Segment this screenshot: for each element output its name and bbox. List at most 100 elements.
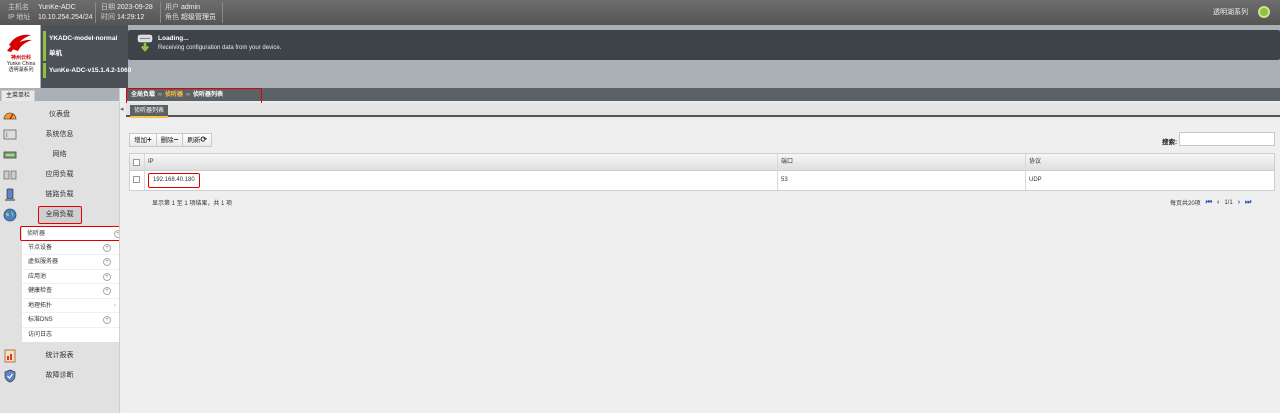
top-info-bar: 主机名 YunKe-ADC IP 地址 10.10.254.254/24 日期 202… xyxy=(0,0,1280,25)
hostname-label: 主机名 xyxy=(8,4,29,11)
submenu-item-label: 健康检查 xyxy=(28,288,53,294)
settings-gear-icon[interactable] xyxy=(1258,6,1270,18)
network-icon xyxy=(3,151,17,159)
row-checkbox[interactable] xyxy=(133,176,140,183)
submenu-item-access-log[interactable]: 访问日志 xyxy=(22,328,119,343)
diagnose-icon xyxy=(4,369,16,383)
refresh-button[interactable]: 刷新⟳ xyxy=(182,133,213,147)
pagination: 每页共20项 ⏮ ‹ 1/1 › ⏭ xyxy=(1170,198,1251,208)
submenu-item-app-pool[interactable]: 应用池 + xyxy=(22,270,119,284)
column-header-protocol[interactable]: 协议 xyxy=(1026,154,1276,170)
submenu-item-virtual-server[interactable]: 虚拟服务器 + xyxy=(22,255,119,270)
link-load-icon xyxy=(5,188,15,201)
table-row[interactable]: 192.168.40.180 53 UDP xyxy=(130,171,1274,190)
device-model: YKADC-model-normal xyxy=(43,31,117,46)
add-plus-icon[interactable]: + xyxy=(103,272,111,281)
sidebar-item-global-load[interactable]: 全局负载 xyxy=(0,205,119,225)
submenu-item-label: 节点设备 xyxy=(28,244,53,251)
cell-ip[interactable]: 192.168.40.180 xyxy=(148,173,200,188)
select-all-checkbox[interactable] xyxy=(133,159,140,166)
add-button[interactable]: 增加+ xyxy=(129,133,157,147)
add-plus-icon[interactable]: + xyxy=(103,316,111,324)
per-page-text: 每页共20项 xyxy=(1170,201,1201,207)
submenu-item-label: 访问日志 xyxy=(28,331,53,338)
chevron-right-icon: › xyxy=(114,302,116,309)
refresh-button-label: 刷新 xyxy=(187,137,201,144)
add-plus-icon[interactable]: + xyxy=(103,243,111,252)
user-info: 用户 admin 角色 超级管理员 xyxy=(165,3,216,23)
breadcrumb-separator: ›› xyxy=(158,92,163,98)
cell-protocol: UDP xyxy=(1029,177,1042,183)
global-load-submenu: 侦听器 + 节点设备 + 虚拟服务器 + 应用池 + 健康检查 + 地理拓扑 ›… xyxy=(20,225,131,343)
status-message: Receiving configuration data from your d… xyxy=(158,45,282,51)
submenu-item-label: 地理拓扑 xyxy=(28,302,53,309)
sidebar-item-dashboard[interactable]: 仪表盘 xyxy=(0,105,119,125)
datetime-info: 日期 2023-09-28 时间 14:29:12 xyxy=(101,3,153,23)
sidebar-item-label: 网络 xyxy=(52,151,67,158)
loading-download-icon xyxy=(137,34,153,52)
sidebar-item-label: 应用负载 xyxy=(45,171,74,178)
breadcrumb-listener[interactable]: 侦听器 xyxy=(165,92,183,98)
prev-page-icon[interactable]: ‹ xyxy=(1217,199,1219,206)
sidebar-collapse-strip[interactable] xyxy=(119,88,126,413)
sidebar-item-label: 统计报表 xyxy=(45,352,74,359)
submenu-item-geo-topology[interactable]: 地理拓扑 › xyxy=(22,299,119,313)
hostname-value: YunKe-ADC xyxy=(38,4,76,11)
ip-value: 10.10.254.254/24 xyxy=(38,14,93,21)
column-header-ip[interactable]: IP xyxy=(145,154,778,170)
tab-listener-list[interactable]: 侦听器列表 xyxy=(130,105,169,118)
role-label: 角色 xyxy=(165,14,179,21)
column-header-port[interactable]: 端口 xyxy=(778,154,1026,170)
status-panel: Loading... Receiving configuration data … xyxy=(128,30,1280,60)
logo-series-text: 透明湖系列 xyxy=(8,67,34,73)
next-page-icon[interactable]: › xyxy=(1238,199,1240,206)
sidebar-item-link-load[interactable]: 链路负载 xyxy=(0,185,119,205)
report-icon xyxy=(4,349,16,363)
refresh-icon: ⟳ xyxy=(200,135,208,144)
tab-main-menu[interactable]: 主菜单栏 xyxy=(1,90,36,101)
device-info: YKADC-model-normal 单机 YunKe-ADC-v15.1.4.… xyxy=(41,25,131,88)
sidebar-item-reports[interactable]: 统计报表 xyxy=(0,346,119,366)
submenu-item-node-device[interactable]: 节点设备 + xyxy=(22,241,119,255)
search-input[interactable] xyxy=(1179,132,1275,146)
search-label: 搜索: xyxy=(1162,139,1178,146)
first-page-icon[interactable]: ⏮ xyxy=(1206,199,1212,207)
delete-button-label: 删除 xyxy=(160,137,174,144)
submenu-item-label: 标准DNS xyxy=(28,317,53,323)
series-link[interactable]: 透明湖系列 xyxy=(1213,7,1248,17)
listener-table: IP 端口 协议 192.168.40.180 53 UDP xyxy=(129,153,1275,191)
table-header: IP 端口 协议 xyxy=(130,154,1274,171)
cell-port: 53 xyxy=(778,171,1026,190)
plus-icon: + xyxy=(147,135,152,144)
page-indicator: 1/1 xyxy=(1224,199,1233,206)
collapse-left-icon[interactable]: ◂ xyxy=(120,105,124,113)
page-tabbar: 侦听器列表 xyxy=(126,103,1280,118)
sidebar-item-network[interactable]: 网络 xyxy=(0,145,119,165)
sidebar-item-label: 全局负载 xyxy=(37,206,82,224)
sidebar-item-app-load[interactable]: 应用负载 xyxy=(0,165,119,185)
submenu-item-listener[interactable]: 侦听器 + xyxy=(20,226,131,241)
delete-button[interactable]: 删除− xyxy=(155,133,184,147)
last-page-icon[interactable]: ⏭ xyxy=(1245,199,1251,207)
user-value: admin xyxy=(181,4,201,11)
sidebar-item-system-info[interactable]: i 系统信息 xyxy=(0,125,119,145)
submenu-item-health-check[interactable]: 健康检查 + xyxy=(22,284,119,299)
dashboard-icon xyxy=(3,112,17,120)
role-value: 超级管理员 xyxy=(181,14,216,21)
sidebar-tabbar: 主菜单栏 xyxy=(0,88,119,101)
header: 神州云科 Yunke China 透明湖系列 YKADC-model-norma… xyxy=(0,25,1280,88)
sidebar-item-diagnose[interactable]: 故障诊断 xyxy=(0,366,119,386)
breadcrumb-global-load[interactable]: 全局负载 xyxy=(131,92,155,98)
result-info: 显示第 1 至 1 项结果，共 1 项 xyxy=(152,201,233,207)
submenu-item-label: 侦听器 xyxy=(27,231,46,237)
add-plus-icon[interactable]: + xyxy=(103,287,111,295)
globe-icon xyxy=(3,208,17,222)
sidebar-item-label: 系统信息 xyxy=(45,131,74,138)
submenu-item-standard-dns[interactable]: 标准DNS + xyxy=(22,313,119,328)
add-plus-icon[interactable]: + xyxy=(103,258,111,266)
logo-mark-icon xyxy=(7,34,32,52)
submenu-item-label: 应用池 xyxy=(28,273,47,280)
sidebar-item-label: 故障诊断 xyxy=(45,372,74,379)
host-info: 主机名 YunKe-ADC IP 地址 10.10.254.254/24 xyxy=(8,3,93,23)
date-value: 2023-09-28 xyxy=(117,4,153,11)
